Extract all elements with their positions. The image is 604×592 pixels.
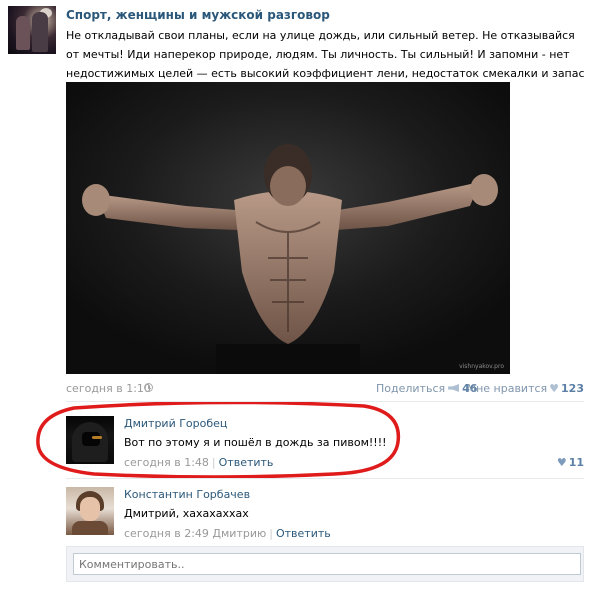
clock-icon — [144, 383, 153, 392]
comment-author[interactable]: Константин Горбачев — [124, 488, 250, 501]
comment-time[interactable]: сегодня в 1:48 — [124, 456, 209, 469]
share-button[interactable]: Поделиться 46 — [376, 382, 477, 395]
avatar[interactable] — [66, 487, 114, 535]
divider — [66, 478, 584, 479]
comment-meta: сегодня в 1:48 | Ответить — [124, 456, 274, 469]
comment-input[interactable] — [73, 553, 581, 575]
comment-like-count: 11 — [568, 456, 584, 469]
comment-text: Вот по этому я и пошёл в дождь за пивом!… — [124, 436, 387, 449]
like-count: 123 — [561, 382, 584, 395]
comment-author[interactable]: Дмитрий Горобец — [124, 417, 227, 430]
divider — [66, 401, 584, 402]
comment-text: Дмитрий, хахахаххах — [124, 507, 249, 520]
heart-icon: ♥ — [549, 382, 560, 395]
post-time[interactable]: сегодня в 1:10 — [66, 382, 151, 395]
share-label: Поделиться — [376, 382, 446, 395]
comment-time[interactable]: сегодня в 2:49 Дмитрию — [124, 527, 266, 540]
comment-box — [66, 546, 584, 582]
group-avatar[interactable] — [8, 6, 56, 54]
heart-icon: ♥ — [556, 456, 567, 469]
group-name-link[interactable]: Спорт, женщины и мужской разговор — [66, 8, 330, 22]
post-meta: сегодня в 1:10 Поделиться 46 Мне нравится… — [66, 382, 584, 398]
avatar[interactable] — [66, 416, 114, 464]
megaphone-icon — [448, 384, 460, 392]
post-photo[interactable]: vishnyakov.pro — [66, 82, 510, 374]
reply-button[interactable]: Ответить — [276, 527, 331, 540]
comment-like-button[interactable]: ♥ 11 — [555, 456, 584, 469]
photo-watermark: vishnyakov.pro — [459, 363, 504, 370]
comment-meta: сегодня в 2:49 Дмитрию | Ответить — [124, 527, 331, 540]
reply-button[interactable]: Ответить — [219, 456, 274, 469]
like-label: Мне нравится — [466, 382, 548, 395]
like-button[interactable]: Мне нравится ♥ 123 — [467, 382, 584, 395]
